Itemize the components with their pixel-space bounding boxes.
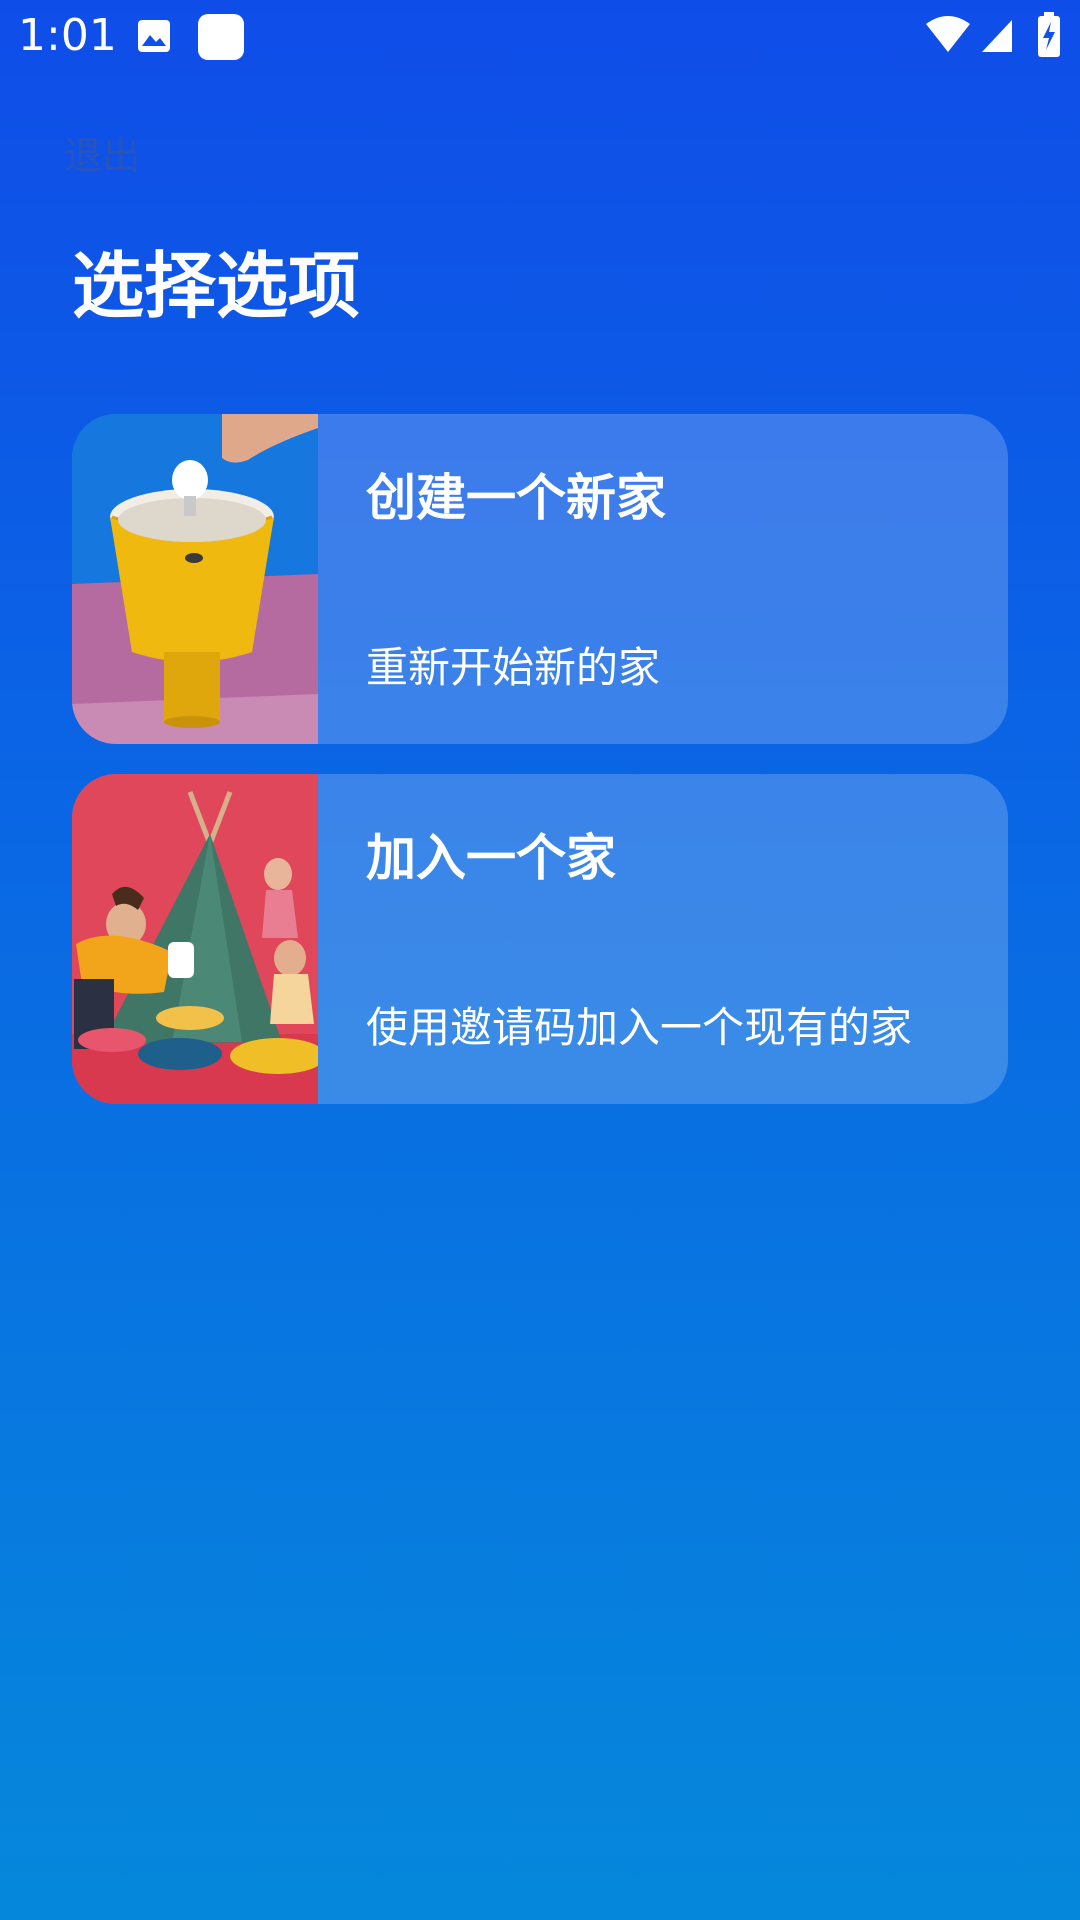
lamp-photo bbox=[72, 414, 318, 744]
app-notification-icon bbox=[198, 14, 244, 60]
gallery-icon bbox=[137, 19, 171, 53]
join-home-title: 加入一个家 bbox=[366, 829, 616, 887]
join-home-option-card[interactable]: 加入一个家 使用邀请码加入一个现有的家 bbox=[72, 774, 1008, 1104]
create-home-title: 创建一个新家 bbox=[366, 469, 666, 527]
battery-charging-icon bbox=[1036, 12, 1062, 58]
status-bar: 1:01 bbox=[0, 0, 1080, 72]
create-home-subtitle: 重新开始新的家 bbox=[366, 643, 661, 692]
page-title: 选择选项 bbox=[72, 244, 361, 328]
join-home-subtitle: 使用邀请码加入一个现有的家 bbox=[366, 1003, 913, 1052]
status-time: 1:01 bbox=[18, 10, 117, 61]
exit-button[interactable]: 退出 bbox=[64, 132, 140, 180]
signal-icon bbox=[980, 18, 1014, 54]
create-home-option-card[interactable]: 创建一个新家 重新开始新的家 bbox=[72, 414, 1008, 744]
family-tent-photo bbox=[72, 774, 318, 1104]
wifi-icon bbox=[924, 14, 972, 54]
